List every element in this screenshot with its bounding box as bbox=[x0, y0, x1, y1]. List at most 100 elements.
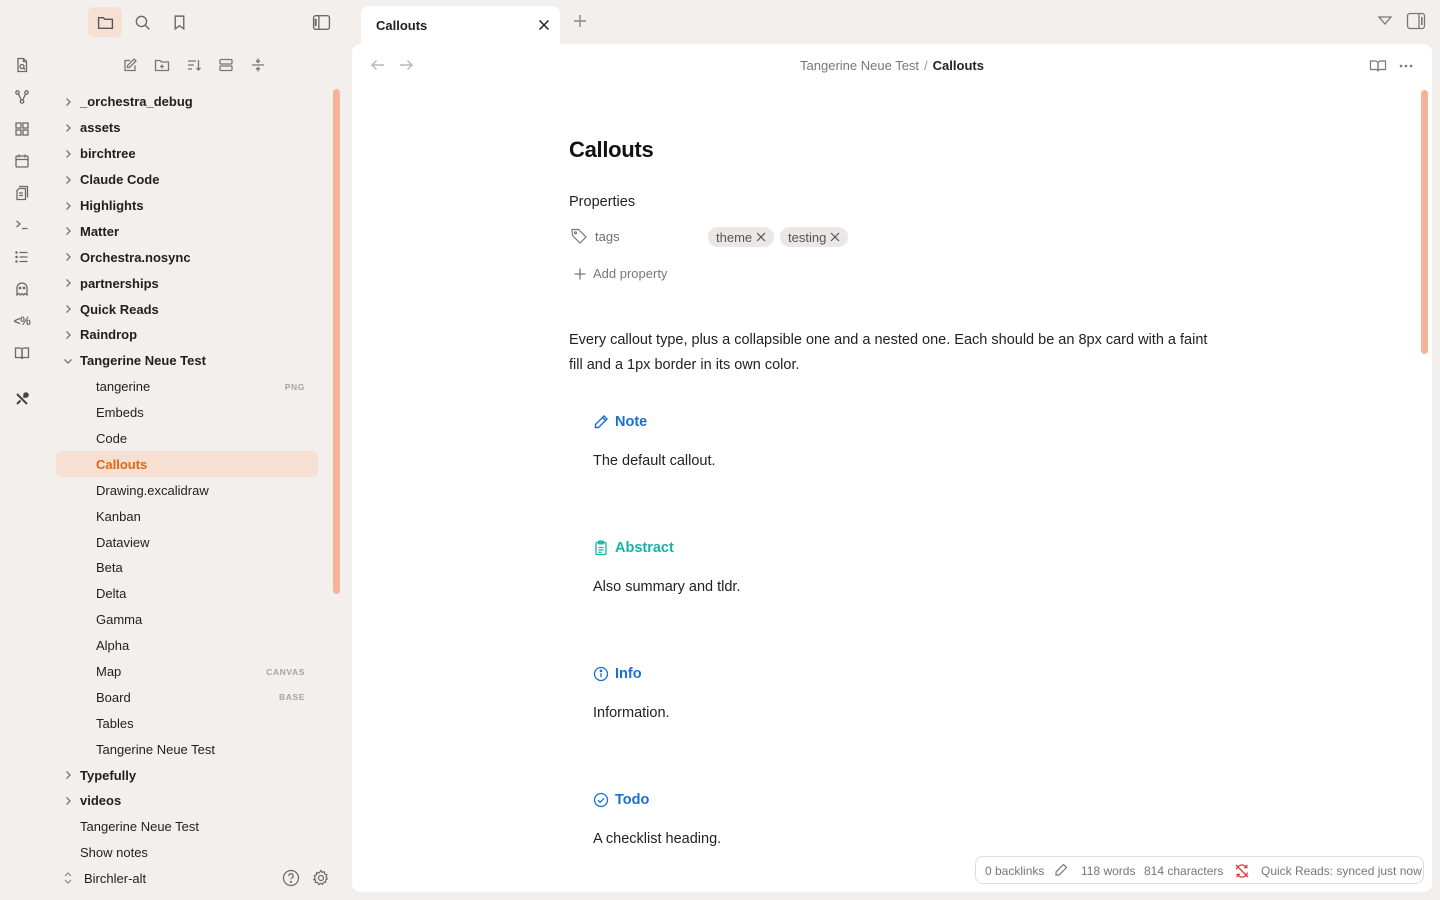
search-icon[interactable] bbox=[125, 7, 159, 37]
gear-icon[interactable] bbox=[312, 869, 330, 887]
canvas-icon[interactable] bbox=[11, 118, 33, 140]
file-row[interactable]: Tables bbox=[56, 710, 318, 736]
reading-view-icon[interactable] bbox=[1369, 58, 1387, 74]
editor-scrollbar[interactable] bbox=[1421, 90, 1428, 354]
ghost-icon[interactable] bbox=[11, 278, 33, 300]
new-tab-icon[interactable] bbox=[571, 12, 589, 30]
chevron-right-icon[interactable] bbox=[62, 769, 74, 781]
chevron-right-icon[interactable] bbox=[62, 200, 74, 212]
file-row[interactable]: Tangerine Neue Test bbox=[56, 736, 318, 762]
calendar-icon[interactable] bbox=[11, 150, 33, 172]
properties-heading[interactable]: Properties bbox=[569, 194, 635, 210]
file-row[interactable]: Embeds bbox=[56, 400, 318, 426]
outline-icon[interactable] bbox=[11, 246, 33, 268]
chevron-right-icon[interactable] bbox=[62, 303, 74, 315]
auto-reveal-icon[interactable] bbox=[246, 54, 270, 76]
more-options-icon[interactable] bbox=[1398, 62, 1414, 70]
folder-row[interactable]: Orchestra.nosync bbox=[56, 244, 318, 270]
sync-error-icon[interactable] bbox=[1234, 863, 1250, 879]
close-icon[interactable] bbox=[536, 17, 552, 33]
file-row[interactable]: Drawing.excalidraw bbox=[56, 477, 318, 503]
tab-list-chevron-down-icon[interactable] bbox=[1377, 14, 1393, 28]
callout-title-note[interactable]: Note bbox=[593, 414, 647, 430]
folder-row[interactable]: Tangerine Neue Test bbox=[56, 348, 318, 374]
new-note-icon[interactable] bbox=[118, 54, 142, 76]
file-row[interactable]: Delta bbox=[56, 581, 318, 607]
remove-tag-icon[interactable] bbox=[830, 232, 840, 242]
callout-title-todo[interactable]: Todo bbox=[593, 792, 649, 808]
sync-status[interactable]: Quick Reads: synced just now bbox=[1261, 864, 1422, 878]
chevron-right-icon[interactable] bbox=[62, 329, 74, 341]
folder-row[interactable]: Quick Reads bbox=[56, 296, 318, 322]
breadcrumb-parent[interactable]: Tangerine Neue Test bbox=[800, 58, 919, 73]
breadcrumb-current[interactable]: Callouts bbox=[933, 58, 984, 73]
command-palette-icon[interactable] bbox=[11, 214, 33, 236]
vault-switcher[interactable]: Birchler-alt bbox=[56, 868, 346, 890]
property-key[interactable]: tags bbox=[595, 229, 620, 244]
edit-mode-pencil-icon[interactable] bbox=[1054, 863, 1068, 877]
file-row[interactable]: tangerine PNG bbox=[56, 374, 318, 400]
folder-row[interactable]: assets bbox=[56, 115, 318, 141]
sort-icon[interactable] bbox=[182, 54, 206, 76]
graph-icon[interactable] bbox=[11, 86, 33, 108]
file-type-badge: CANVAS bbox=[266, 666, 305, 677]
vault-switch-icon[interactable] bbox=[62, 871, 74, 885]
tag-chip[interactable]: theme bbox=[708, 227, 775, 247]
sidebar-toggle-icon[interactable] bbox=[304, 7, 338, 37]
chevron-right-icon[interactable] bbox=[62, 795, 74, 807]
sidebar-scrollbar[interactable] bbox=[333, 89, 340, 594]
folder-row[interactable]: Claude Code bbox=[56, 167, 318, 193]
folder-row[interactable]: Matter bbox=[56, 218, 318, 244]
right-sidebar-toggle-icon[interactable] bbox=[1406, 12, 1426, 30]
file-row[interactable]: Beta bbox=[56, 555, 318, 581]
file-row[interactable]: Dataview bbox=[56, 529, 318, 555]
folder-row[interactable]: videos bbox=[56, 788, 318, 814]
backlinks-count[interactable]: 0 backlinks bbox=[985, 864, 1044, 878]
add-property-button[interactable]: Add property bbox=[573, 266, 667, 281]
folder-row[interactable]: Highlights bbox=[56, 193, 318, 219]
folder-row[interactable]: partnerships bbox=[56, 270, 318, 296]
open-file-icon[interactable] bbox=[11, 54, 33, 76]
folder-row[interactable]: birchtree bbox=[56, 141, 318, 167]
new-folder-icon[interactable] bbox=[150, 54, 174, 76]
chevron-down-icon[interactable] bbox=[62, 355, 74, 367]
templates-icon[interactable] bbox=[11, 182, 33, 204]
book-icon[interactable] bbox=[11, 342, 33, 364]
bookmark-icon[interactable] bbox=[162, 7, 196, 37]
add-property-label: Add property bbox=[593, 266, 668, 281]
callout-title-abstract[interactable]: Abstract bbox=[593, 540, 674, 556]
callout-body-abstract: Also summary and tldr. bbox=[593, 579, 741, 595]
file-row[interactable]: Map CANVAS bbox=[56, 659, 318, 685]
file-row[interactable]: Show notes bbox=[56, 840, 318, 866]
file-row[interactable]: Callouts bbox=[56, 451, 318, 478]
file-row[interactable]: Alpha bbox=[56, 633, 318, 659]
collapse-icon[interactable] bbox=[214, 54, 238, 76]
folder-row[interactable]: _orchestra_debug bbox=[56, 89, 318, 115]
chevron-right-icon[interactable] bbox=[62, 122, 74, 134]
tools-icon[interactable] bbox=[11, 388, 33, 410]
file-row[interactable]: Kanban bbox=[56, 503, 318, 529]
vault-name[interactable]: Birchler-alt bbox=[84, 871, 146, 886]
chevron-right-icon[interactable] bbox=[62, 174, 74, 186]
file-row[interactable]: Board BASE bbox=[56, 684, 318, 710]
percent-code-icon[interactable]: <% bbox=[11, 310, 33, 332]
help-icon[interactable] bbox=[282, 869, 300, 887]
tree-item-label: Tangerine Neue Test bbox=[80, 353, 206, 369]
tag-chip[interactable]: testing bbox=[780, 227, 849, 247]
callout-title-info[interactable]: Info bbox=[593, 666, 642, 682]
file-row[interactable]: Tangerine Neue Test bbox=[56, 814, 318, 840]
chevron-right-icon[interactable] bbox=[62, 277, 74, 289]
chevron-right-icon[interactable] bbox=[62, 251, 74, 263]
file-row[interactable]: Gamma bbox=[56, 607, 318, 633]
pencil-icon bbox=[593, 414, 609, 430]
file-row[interactable]: Code bbox=[56, 426, 318, 452]
chevron-right-icon[interactable] bbox=[62, 148, 74, 160]
chevron-right-icon[interactable] bbox=[62, 225, 74, 237]
folder-row[interactable]: Typefully bbox=[56, 762, 318, 788]
tree-item-label: Code bbox=[96, 431, 128, 447]
chevron-right-icon[interactable] bbox=[62, 96, 74, 108]
folder-row[interactable]: Raindrop bbox=[56, 322, 318, 348]
folder-icon[interactable] bbox=[88, 7, 122, 37]
tab-callouts[interactable]: Callouts bbox=[361, 6, 560, 44]
remove-tag-icon[interactable] bbox=[756, 232, 766, 242]
